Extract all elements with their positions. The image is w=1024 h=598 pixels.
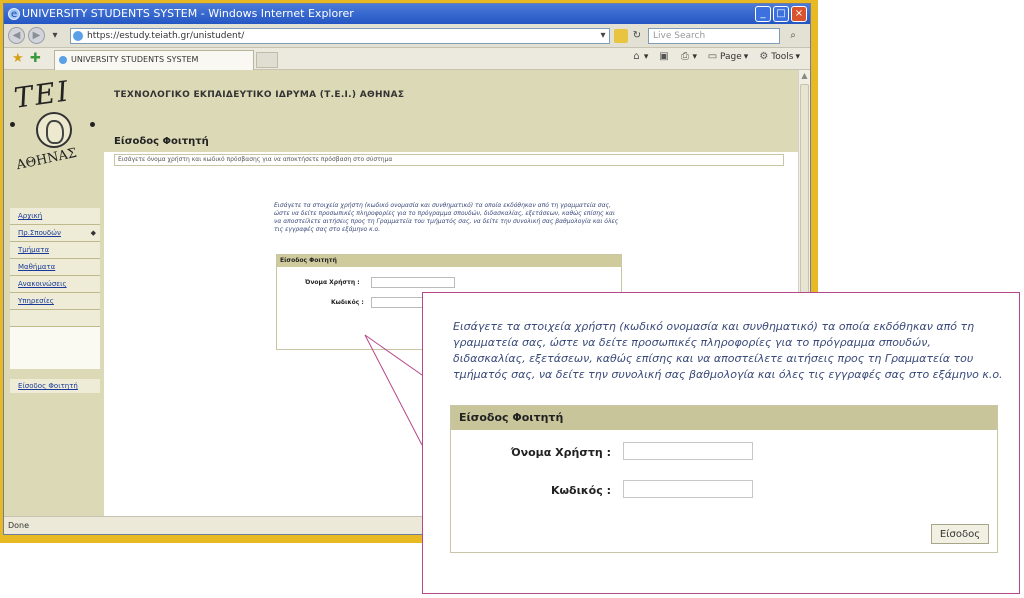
password-label: Κωδικός : <box>550 484 611 497</box>
intro-text: Εισάγετε τα στοιχεία χρήστη (κωδικό ονομ… <box>453 320 1003 381</box>
login-submit-button[interactable]: Είσοδος <box>931 524 989 544</box>
username-input[interactable] <box>623 442 753 460</box>
callout-pointer-line <box>364 334 423 446</box>
screenshot-stage: UNIVERSITY STUDENTS SYSTEM - Windows Int… <box>0 0 1024 598</box>
callout-pointer-line-2 <box>364 334 423 376</box>
login-box-title: Είσοδος Φοιτητή <box>451 406 997 430</box>
login-box: Είσοδος Φοιτητή Όνομα Χρήστη : Κωδικός :… <box>450 405 998 553</box>
username-label: Όνομα Χρήστη : <box>510 446 611 459</box>
password-input[interactable] <box>623 480 753 498</box>
zoom-callout: Εισάγετε τα στοιχεία χρήστη (κωδικό ονομ… <box>422 292 1020 594</box>
